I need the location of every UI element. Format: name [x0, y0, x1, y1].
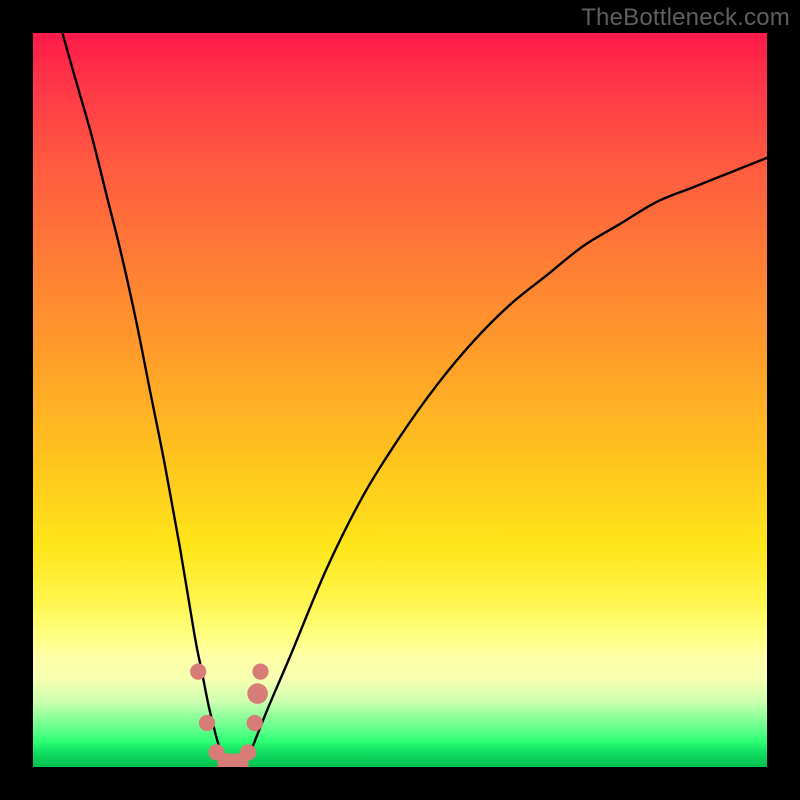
marker-dot [190, 664, 206, 680]
marker-dot [247, 715, 263, 731]
marker-dot [240, 744, 256, 760]
marker-dot [199, 715, 215, 731]
marker-dot [252, 664, 268, 680]
chart-frame: TheBottleneck.com [0, 0, 800, 800]
watermark-text: TheBottleneck.com [581, 4, 790, 32]
curve-layer [33, 33, 767, 767]
marker-dot [247, 683, 268, 704]
bottleneck-curve [62, 33, 767, 767]
curve-markers [190, 664, 268, 768]
plot-area [33, 33, 767, 767]
